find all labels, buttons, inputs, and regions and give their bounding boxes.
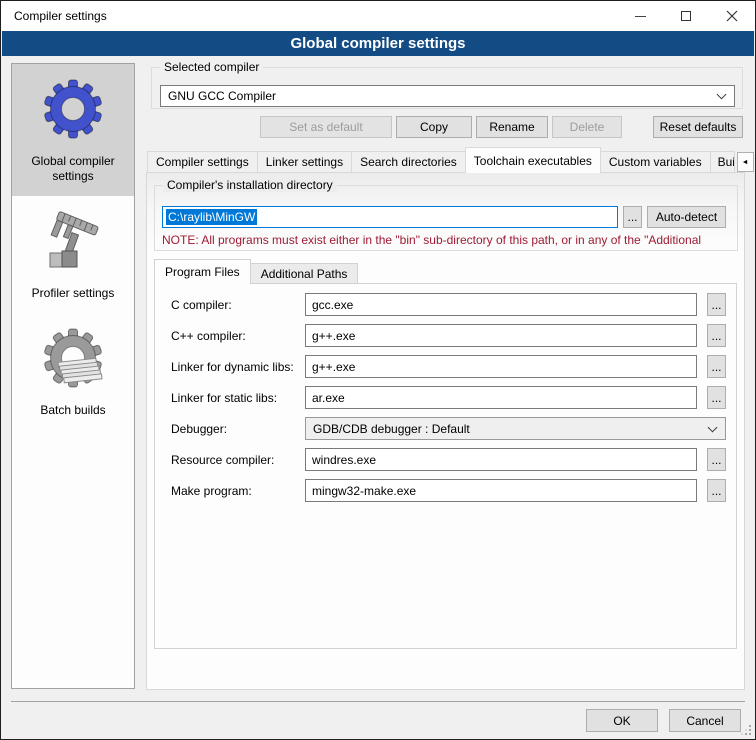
compiler-settings-dialog: Compiler settings Global compiler settin…: [0, 0, 756, 740]
resize-grip-icon[interactable]: [741, 725, 752, 736]
installation-directory-value: C:\raylib\MinGW: [166, 209, 257, 225]
close-icon: [726, 10, 738, 22]
cpp-compiler-input[interactable]: [305, 324, 697, 347]
resource-compiler-label: Resource compiler:: [171, 453, 305, 467]
installation-directory-browse-button[interactable]: ...: [623, 206, 642, 228]
debugger-dropdown[interactable]: GDB/CDB debugger : Default: [305, 417, 726, 440]
sidebar-item-label: Batch builds: [40, 403, 105, 418]
c-compiler-label: C compiler:: [171, 298, 305, 312]
chevron-down-icon: [717, 90, 727, 100]
sidebar-item-batch-builds[interactable]: Batch builds: [12, 313, 134, 430]
tab-linker-settings[interactable]: Linker settings: [257, 151, 352, 173]
cpp-compiler-label: C++ compiler:: [171, 329, 305, 343]
reset-defaults-button[interactable]: Reset defaults: [653, 116, 743, 138]
minimize-icon: [635, 16, 646, 17]
settings-sidebar: Global compiler settings Profiler settin…: [11, 63, 135, 689]
make-program-input[interactable]: [305, 479, 697, 502]
resource-compiler-input[interactable]: [305, 448, 697, 471]
c-compiler-input[interactable]: [305, 293, 697, 316]
tab-toolchain-executables[interactable]: Toolchain executables: [465, 147, 601, 173]
tab-scroll-left-button[interactable]: ◄: [737, 152, 754, 172]
debugger-row: Debugger: GDB/CDB debugger : Default: [171, 417, 726, 440]
tab-compiler-settings[interactable]: Compiler settings: [147, 151, 258, 173]
make-program-row: Make program: ...: [171, 479, 726, 502]
dialog-heading: Global compiler settings: [2, 31, 754, 56]
copy-button[interactable]: Copy: [396, 116, 472, 138]
linker-static-label: Linker for static libs:: [171, 391, 305, 405]
linker-dynamic-input[interactable]: [305, 355, 697, 378]
chevron-down-icon: [708, 422, 718, 432]
maximize-icon: [681, 11, 691, 21]
tab-custom-variables[interactable]: Custom variables: [600, 151, 711, 173]
minimize-button[interactable]: [617, 1, 663, 31]
linker-static-browse-button[interactable]: ...: [707, 386, 726, 409]
installation-directory-group: Compiler's installation directory C:\ray…: [154, 185, 738, 251]
linker-static-row: Linker for static libs: ...: [171, 386, 726, 409]
debugger-value: GDB/CDB debugger : Default: [313, 422, 470, 436]
settings-tab-bar: Compiler settings Linker settings Search…: [147, 147, 756, 173]
cpp-compiler-row: C++ compiler: ...: [171, 324, 726, 347]
window-title: Compiler settings: [14, 9, 107, 23]
ok-button[interactable]: OK: [586, 709, 658, 732]
tab-additional-paths[interactable]: Additional Paths: [250, 263, 359, 284]
tab-scroll-buttons: ◄ ►: [737, 152, 756, 172]
caliper-icon: [41, 209, 105, 273]
make-program-browse-button[interactable]: ...: [707, 479, 726, 502]
make-program-label: Make program:: [171, 484, 305, 498]
arrow-left-icon: ◄: [742, 159, 749, 166]
installation-directory-group-label: Compiler's installation directory: [163, 178, 337, 192]
footer-divider: [11, 701, 745, 702]
linker-dynamic-browse-button[interactable]: ...: [707, 355, 726, 378]
maximize-button[interactable]: [663, 1, 709, 31]
linker-dynamic-label: Linker for dynamic libs:: [171, 360, 305, 374]
resource-compiler-row: Resource compiler: ...: [171, 448, 726, 471]
c-compiler-browse-button[interactable]: ...: [707, 293, 726, 316]
installation-directory-input[interactable]: C:\raylib\MinGW: [162, 206, 618, 228]
selected-compiler-value: GNU GCC Compiler: [168, 89, 276, 103]
c-compiler-row: C compiler: ...: [171, 293, 726, 316]
compiler-actions-row: Set as default Copy Rename Delete Reset …: [151, 116, 743, 138]
programs-sub-tab-bar: Program Files Additional Paths: [154, 259, 358, 284]
window-controls: [617, 1, 755, 31]
sidebar-item-label: Profiler settings: [32, 286, 115, 301]
program-files-panel: C compiler: ... C++ compiler: ... Linker…: [154, 283, 737, 649]
sidebar-item-label: Global compiler settings: [16, 154, 130, 184]
auto-detect-button[interactable]: Auto-detect: [647, 206, 726, 228]
set-as-default-button[interactable]: Set as default: [260, 116, 392, 138]
rename-button[interactable]: Rename: [476, 116, 548, 138]
blue-gear-icon: [41, 77, 105, 141]
cpp-compiler-browse-button[interactable]: ...: [707, 324, 726, 347]
resource-compiler-browse-button[interactable]: ...: [707, 448, 726, 471]
tab-search-directories[interactable]: Search directories: [351, 151, 466, 173]
tab-build-options-truncated[interactable]: Build: [710, 151, 735, 173]
gray-gear-papers-icon: [41, 326, 105, 390]
toolchain-executables-panel: Compiler's installation directory C:\ray…: [146, 172, 745, 690]
sidebar-item-profiler-settings[interactable]: Profiler settings: [12, 196, 134, 313]
selected-compiler-dropdown[interactable]: GNU GCC Compiler: [160, 85, 735, 107]
debugger-label: Debugger:: [171, 422, 305, 436]
cancel-button[interactable]: Cancel: [669, 709, 741, 732]
linker-dynamic-row: Linker for dynamic libs: ...: [171, 355, 726, 378]
linker-static-input[interactable]: [305, 386, 697, 409]
bin-subdirectory-note: NOTE: All programs must exist either in …: [162, 233, 735, 247]
delete-button[interactable]: Delete: [552, 116, 622, 138]
selected-compiler-group: Selected compiler GNU GCC Compiler: [151, 67, 743, 109]
close-button[interactable]: [709, 1, 755, 31]
footer-buttons: OK Cancel: [586, 709, 741, 732]
title-bar: Compiler settings: [1, 1, 755, 31]
sidebar-item-global-compiler-settings[interactable]: Global compiler settings: [12, 64, 134, 196]
tab-program-files[interactable]: Program Files: [154, 259, 251, 284]
selected-compiler-group-label: Selected compiler: [160, 60, 263, 74]
